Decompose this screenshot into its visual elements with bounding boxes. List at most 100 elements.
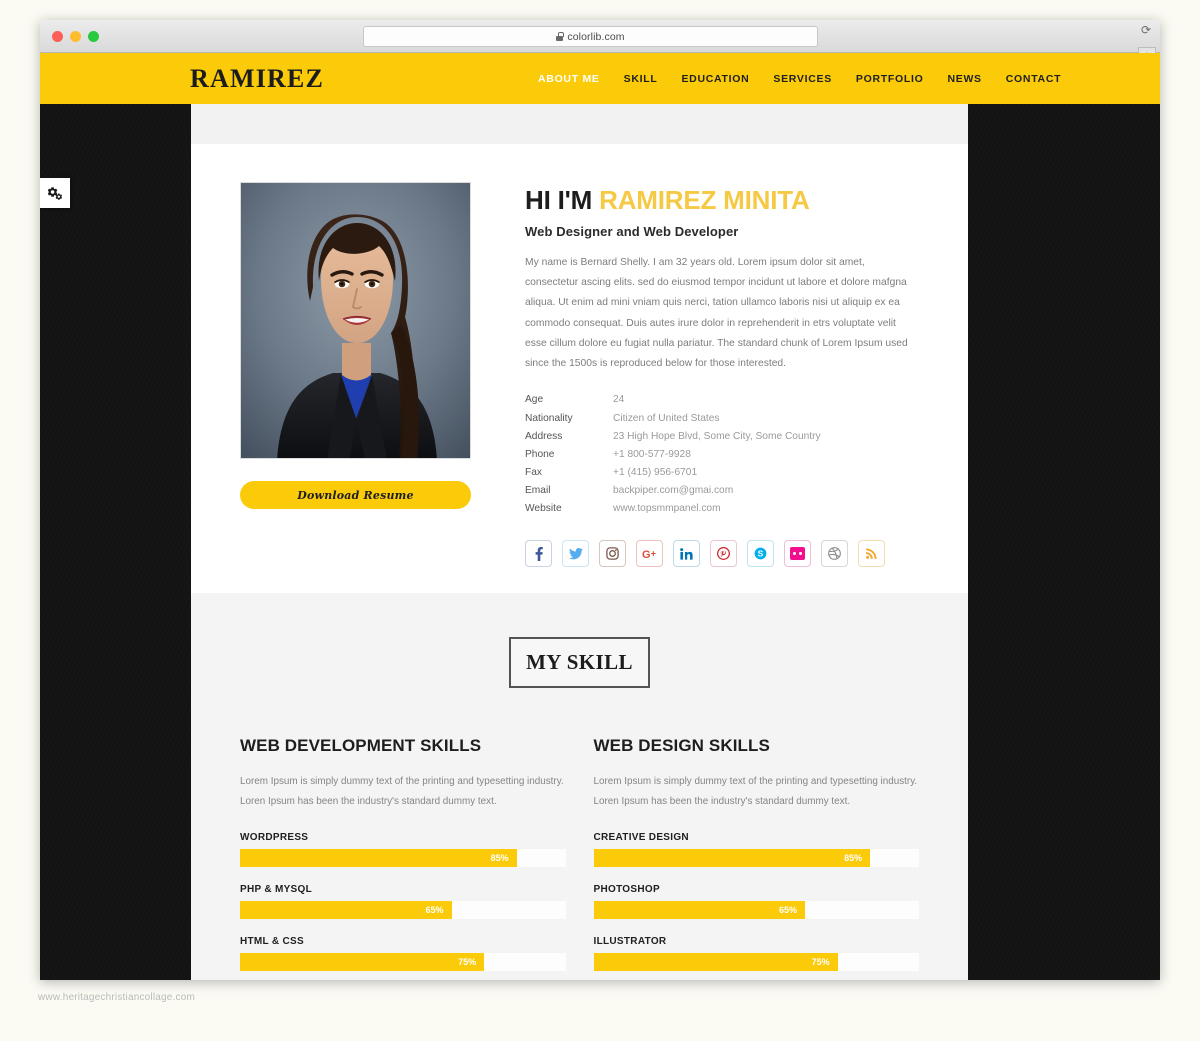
skill-column-heading: WEB DESIGN SKILLS — [593, 736, 770, 756]
info-value-phone: +1 800-577-9928 — [613, 448, 691, 460]
close-window-button[interactable] — [52, 30, 63, 42]
skill-bar-fill: 85% — [240, 848, 517, 867]
info-label-nationality: Nationality — [525, 412, 573, 424]
site-logo[interactable]: RAMIREZ — [190, 64, 324, 94]
skill-bar-fill: 85% — [593, 848, 871, 867]
skill-bar-photoshop: PHOTOSHOP 65% — [593, 883, 919, 919]
info-value-website[interactable]: www.topsmmpanel.com — [613, 500, 919, 518]
skill-bar-percent: 75% — [811, 956, 830, 967]
watermark: www.heritagechristiancollage.com — [38, 992, 196, 1003]
lock-icon — [556, 32, 564, 41]
info-label-age: Age — [525, 394, 544, 406]
table-row: Email backpiper.com@gmai.com — [525, 482, 919, 500]
nav-item-education[interactable]: EDUCATION — [681, 73, 749, 85]
nav-item-news[interactable]: NEWS — [947, 73, 981, 85]
site-header: RAMIREZ ABOUT ME SKILL EDUCATION SERVICE… — [40, 53, 1160, 104]
skype-icon[interactable]: S — [747, 540, 774, 568]
info-label-fax: Fax — [525, 467, 542, 479]
nav-item-services[interactable]: SERVICES — [773, 73, 832, 85]
table-row: Website www.topsmmpanel.com — [525, 500, 919, 518]
skill-bar-label: ILLUSTRATOR — [593, 935, 667, 947]
skill-columns: WEB DEVELOPMENT SKILLS Lorem Ipsum is si… — [240, 736, 919, 980]
dribbble-icon[interactable] — [821, 540, 848, 568]
skill-bar-fill: 75% — [593, 952, 838, 971]
nav-item-about-me[interactable]: ABOUT ME — [538, 73, 600, 85]
skill-bar-percent: 65% — [779, 904, 798, 915]
flickr-glyph — [790, 547, 805, 561]
skill-bar-track: 85% — [240, 848, 566, 867]
info-value-email[interactable]: backpiper.com@gmai.com — [613, 482, 919, 500]
maximize-window-button[interactable] — [88, 30, 99, 42]
web-development-skills-column: WEB DEVELOPMENT SKILLS Lorem Ipsum is si… — [240, 736, 566, 980]
web-page: RAMIREZ ABOUT ME SKILL EDUCATION SERVICE… — [40, 53, 1160, 980]
info-label-phone: Phone — [525, 448, 555, 460]
skill-bar-label: HTML & CSS — [240, 935, 304, 947]
skill-bar-track: 75% — [593, 952, 919, 971]
skill-bar-label: PHOTOSHOP — [593, 883, 660, 895]
skill-bar-fill: 65% — [240, 900, 452, 919]
svg-text:S: S — [758, 549, 764, 559]
hero-title-name: RAMIREZ MINITA — [599, 185, 810, 215]
window-controls[interactable] — [52, 30, 99, 42]
skill-section-title-text: MY SKILL — [526, 650, 633, 675]
address-bar[interactable]: colorlib.com — [363, 26, 818, 47]
table-row: Address 23 High Hope Blvd, Some City, So… — [525, 427, 919, 445]
reload-icon[interactable]: ⟳ — [1140, 24, 1152, 36]
skill-bar-label: CREATIVE DESIGN — [593, 831, 689, 843]
header-spacer — [191, 104, 968, 144]
nav-item-contact[interactable]: CONTACT — [1006, 73, 1061, 85]
svg-text:G: G — [642, 549, 651, 560]
info-label-email: Email — [525, 485, 551, 497]
main-navigation: ABOUT ME SKILL EDUCATION SERVICES PORTFO… — [538, 73, 1061, 85]
skill-bar-fill: 65% — [593, 900, 806, 919]
linkedin-icon[interactable] — [673, 540, 700, 568]
table-row: Age 24 — [525, 391, 919, 409]
info-value-age: 24 — [613, 394, 625, 406]
skill-section-title: MY SKILL — [509, 637, 650, 689]
info-value-address: 23 High Hope Blvd, Some City, Some Count… — [613, 430, 821, 442]
table-row: Nationality Citizen of United States — [525, 409, 919, 427]
flickr-icon[interactable] — [784, 540, 811, 568]
skill-bar-php-mysql: PHP & MYSQL 65% — [240, 884, 566, 919]
profile-photo — [240, 182, 471, 459]
content-column: Download Resume HI I'M RAMIREZ MINITA We… — [191, 104, 968, 980]
skill-bar-percent: 85% — [490, 852, 509, 863]
browser-toolbar: colorlib.com ⟳ + — [40, 20, 1160, 65]
skill-bar-percent: 85% — [844, 852, 863, 863]
skill-bar-percent: 65% — [425, 904, 444, 915]
skill-bar-track: 85% — [593, 848, 919, 867]
about-text-column: HI I'M RAMIREZ MINITA Web Designer and W… — [471, 182, 919, 568]
settings-toggle-button[interactable] — [40, 178, 70, 208]
download-resume-button[interactable]: Download Resume — [240, 481, 471, 509]
pinterest-icon[interactable] — [710, 540, 737, 568]
skill-column-text: Lorem Ipsum is simply dummy text of the … — [593, 776, 918, 807]
skill-column-heading: WEB DEVELOPMENT SKILLS — [240, 736, 482, 756]
facebook-icon[interactable] — [525, 540, 552, 568]
info-label-website: Website — [525, 503, 562, 515]
skill-bar-label: WORDPRESS — [240, 831, 309, 843]
skill-section: MY SKILL WEB DEVELOPMENT SKILLS Lorem Ip… — [191, 593, 968, 980]
instagram-icon[interactable] — [599, 540, 626, 568]
twitter-icon[interactable] — [562, 540, 589, 568]
skill-column-text: Lorem Ipsum is simply dummy text of the … — [240, 776, 564, 807]
info-label-address: Address — [525, 430, 563, 442]
skill-bar-illustrator: ILLUSTRATOR 75% — [593, 935, 919, 971]
svg-text:+: + — [650, 548, 655, 558]
minimize-window-button[interactable] — [70, 30, 81, 42]
table-row: Phone +1 800-577-9928 — [525, 445, 919, 463]
google-plus-icon[interactable]: G + — [636, 540, 663, 568]
rss-icon[interactable] — [858, 540, 885, 568]
skill-bar-html-css: HTML & CSS 75% — [240, 936, 566, 971]
url-text: colorlib.com — [567, 30, 625, 43]
skill-bars: CREATIVE DESIGN 85% PHOTOSHOP 65% ILLUST… — [593, 831, 919, 980]
about-section: Download Resume HI I'M RAMIREZ MINITA We… — [191, 144, 968, 568]
skill-bar-creative-design: CREATIVE DESIGN 85% — [593, 831, 919, 867]
skill-bar-label: PHP & MYSQL — [240, 883, 313, 895]
nav-item-portfolio[interactable]: PORTFOLIO — [856, 73, 924, 85]
nav-item-skill[interactable]: SKILL — [624, 73, 658, 85]
skill-bar-fill: 75% — [240, 952, 485, 971]
hero-paragraph: My name is Bernard Shelly. I am 32 years… — [525, 257, 908, 369]
social-links: G + S — [525, 540, 919, 568]
hero-subtitle: Web Designer and Web Developer — [525, 224, 739, 240]
skill-bar-track: 65% — [240, 900, 566, 919]
